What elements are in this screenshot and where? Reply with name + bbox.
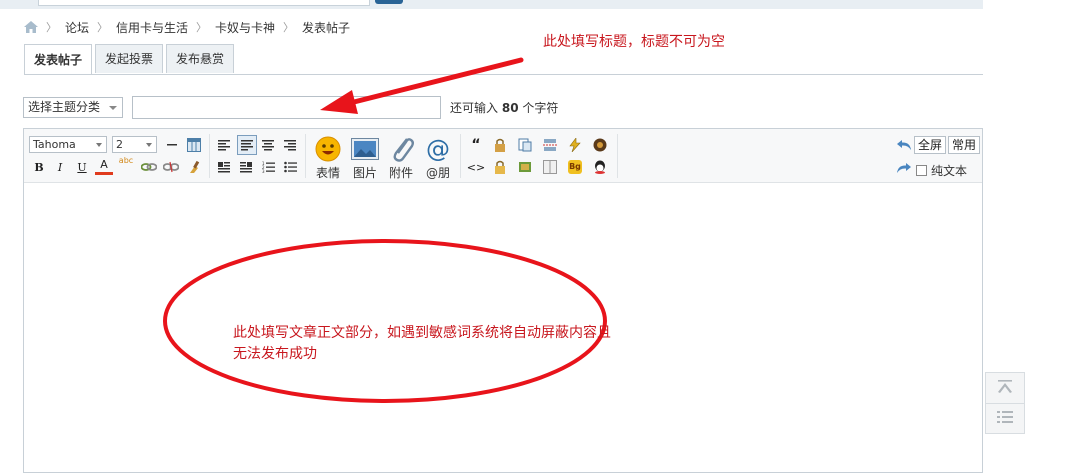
body-annotation: 此处填写文章正文部分，如遇到敏感词系统将自动屏蔽内容且无法发布成功 (233, 325, 611, 362)
annotation-ellipse (163, 239, 607, 403)
annotation-overlay (163, 57, 607, 403)
annotation-arrow (320, 57, 524, 114)
back-to-top-icon[interactable] (996, 379, 1014, 395)
side-widget-divider (986, 403, 1024, 404)
title-annotation: 此处填写标题，标题不可为空 (543, 34, 725, 50)
list-view-icon[interactable] (996, 410, 1014, 426)
